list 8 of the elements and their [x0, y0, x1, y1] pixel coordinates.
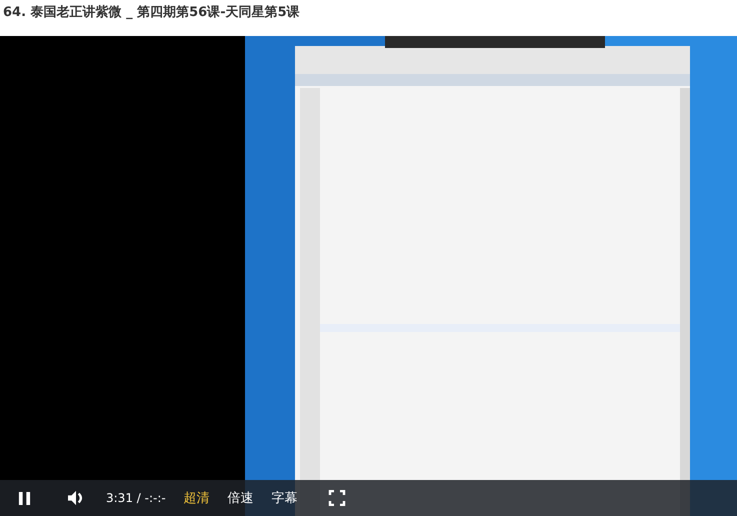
volume-button[interactable]	[67, 490, 85, 506]
video-title: 64. 泰国老正讲紫微 _ 第四期第56课-天同星第5课	[2, 4, 300, 22]
playback-time: 3:31 / -:-:-	[106, 491, 166, 505]
player-menu-button[interactable]: 字幕	[272, 489, 298, 507]
pause-button[interactable]	[18, 490, 31, 506]
player-menu-button[interactable]: 倍速	[228, 489, 254, 507]
player-menu-button[interactable]: 超清	[184, 489, 210, 507]
fullscreen-button[interactable]	[328, 490, 346, 506]
